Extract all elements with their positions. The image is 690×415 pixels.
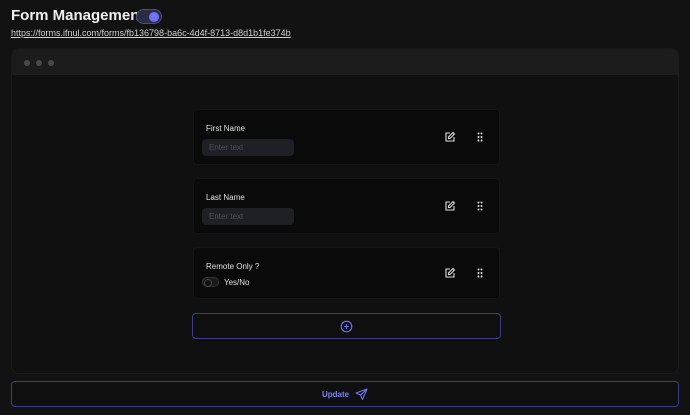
window-bar: [12, 49, 678, 75]
form-active-toggle[interactable]: [136, 9, 162, 24]
field-label: First Name: [206, 124, 246, 133]
field-card-first-name: First Name: [193, 109, 500, 165]
field-label: Last Name: [206, 193, 245, 202]
window-dot: [48, 60, 54, 66]
plus-circle-icon: [340, 320, 353, 332]
drag-handle-icon[interactable]: [474, 200, 486, 212]
edit-icon[interactable]: [444, 131, 456, 143]
edit-icon[interactable]: [444, 267, 456, 279]
window-dot: [24, 60, 30, 66]
first-name-input[interactable]: [202, 139, 294, 156]
add-field-button[interactable]: [192, 313, 501, 339]
window-dot: [36, 60, 42, 66]
drag-handle-icon[interactable]: [474, 131, 486, 143]
form-preview-panel: First Name Last Name Remote Only ? Yes/N…: [11, 48, 679, 374]
page-title: Form Management: [11, 7, 145, 24]
send-icon: [355, 387, 368, 400]
last-name-input[interactable]: [202, 208, 294, 225]
edit-icon[interactable]: [444, 200, 456, 212]
field-label: Remote Only ?: [206, 262, 260, 271]
switch-label: Yes/No: [224, 278, 250, 287]
field-card-last-name: Last Name: [193, 178, 500, 234]
update-button[interactable]: Update: [11, 381, 679, 407]
form-url-link[interactable]: https://forms.ifnul.com/forms/fb136798-b…: [11, 28, 291, 38]
remote-only-switch[interactable]: [202, 277, 219, 287]
field-card-remote-only: Remote Only ? Yes/No: [193, 247, 500, 299]
update-label: Update: [321, 389, 350, 399]
drag-handle-icon[interactable]: [474, 267, 486, 279]
